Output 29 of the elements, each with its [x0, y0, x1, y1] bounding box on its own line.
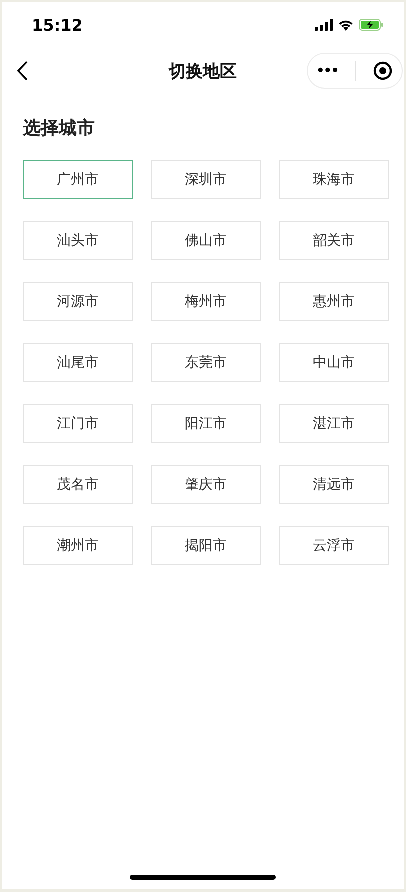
- city-option[interactable]: 揭阳市: [151, 526, 261, 565]
- city-option[interactable]: 汕尾市: [23, 343, 133, 382]
- back-icon[interactable]: [17, 61, 28, 81]
- wifi-icon: [338, 19, 354, 31]
- city-option[interactable]: 韶关市: [279, 221, 389, 260]
- city-option[interactable]: 江门市: [23, 404, 133, 443]
- page-title: 切换地区: [169, 60, 237, 82]
- city-option[interactable]: 珠海市: [279, 160, 389, 199]
- city-option[interactable]: 中山市: [279, 343, 389, 382]
- signal-icon: [315, 19, 333, 31]
- city-option[interactable]: 云浮市: [279, 526, 389, 565]
- city-option[interactable]: 湛江市: [279, 404, 389, 443]
- city-option[interactable]: 惠州市: [279, 282, 389, 321]
- battery-icon: [359, 19, 384, 31]
- status-time: 15:12: [32, 16, 83, 34]
- city-option[interactable]: 清远市: [279, 465, 389, 504]
- city-option[interactable]: 深圳市: [151, 160, 261, 199]
- city-option[interactable]: 河源市: [23, 282, 133, 321]
- city-option[interactable]: 东莞市: [151, 343, 261, 382]
- city-option[interactable]: 潮州市: [23, 526, 133, 565]
- city-option[interactable]: 肇庆市: [151, 465, 261, 504]
- city-option[interactable]: 茂名市: [23, 465, 133, 504]
- city-option[interactable]: 广州市: [23, 160, 133, 199]
- more-button[interactable]: •••: [316, 64, 338, 78]
- city-option[interactable]: 阳江市: [151, 404, 261, 443]
- city-option[interactable]: 汕头市: [23, 221, 133, 260]
- city-option[interactable]: 梅州市: [151, 282, 261, 321]
- section-title: 选择城市: [23, 117, 96, 140]
- city-option[interactable]: 佛山市: [151, 221, 261, 260]
